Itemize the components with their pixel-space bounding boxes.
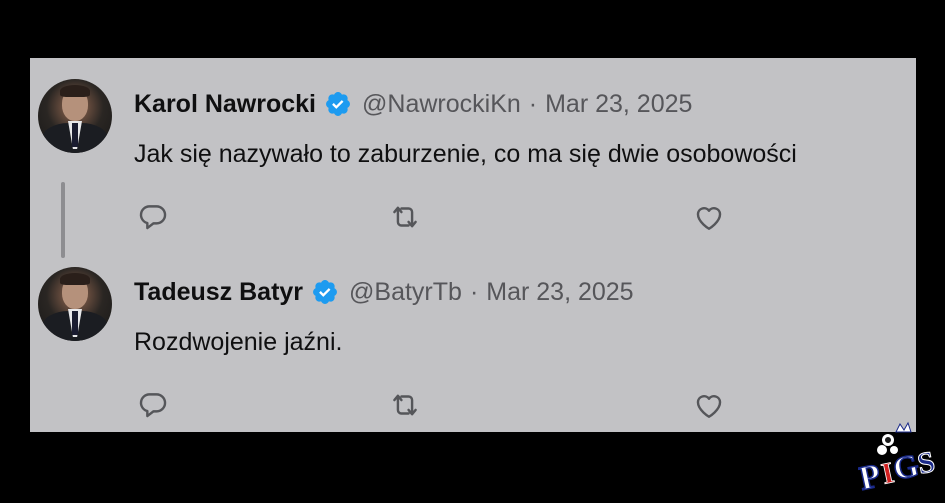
- heart-icon[interactable]: [692, 388, 726, 422]
- tweet-text: Rozdwojenie jaźni.: [134, 328, 343, 356]
- tweet-date[interactable]: Mar 23, 2025: [486, 278, 633, 307]
- tweet[interactable]: Tadeusz Batyr @BatyrTb · Mar 23, 2025 Ro…: [30, 246, 916, 432]
- tweet[interactable]: Karol Nawrocki @NawrockiKn · Mar 23, 202…: [30, 58, 916, 258]
- meta-separator: ·: [469, 277, 479, 306]
- author-avatar[interactable]: [38, 267, 112, 341]
- retweet-icon[interactable]: [388, 388, 422, 422]
- avatar-hair: [60, 85, 90, 97]
- author-handle[interactable]: @NawrockiKn: [362, 90, 521, 119]
- tweet-thread-card: Karol Nawrocki @NawrockiKn · Mar 23, 202…: [30, 58, 916, 432]
- tweet-actions: [134, 388, 734, 424]
- reply-icon[interactable]: [136, 388, 170, 422]
- meta-separator: ·: [528, 89, 538, 118]
- avatar-tie: [72, 123, 78, 147]
- tweet-actions: [134, 200, 734, 236]
- retweet-icon[interactable]: [388, 200, 422, 234]
- avatar-hair: [60, 273, 90, 285]
- author-name[interactable]: Karol Nawrocki: [134, 90, 316, 119]
- verified-badge-icon: [326, 92, 350, 116]
- tweet-header: Karol Nawrocki @NawrockiKn · Mar 23, 202…: [134, 86, 692, 122]
- avatar-tie: [72, 311, 78, 335]
- tweet-text: Jak się nazywało to zaburzenie, co ma si…: [134, 140, 797, 168]
- video-frame: Karol Nawrocki @NawrockiKn · Mar 23, 202…: [0, 0, 945, 503]
- heart-icon[interactable]: [692, 200, 726, 234]
- verified-badge-icon: [313, 280, 337, 304]
- tweet-date[interactable]: Mar 23, 2025: [545, 90, 692, 119]
- author-avatar[interactable]: [38, 79, 112, 153]
- reply-icon[interactable]: [136, 200, 170, 234]
- pigs-watermark-logo: P I G S: [858, 421, 938, 499]
- author-name[interactable]: Tadeusz Batyr: [134, 278, 303, 307]
- tweet-header: Tadeusz Batyr @BatyrTb · Mar 23, 2025: [134, 274, 634, 310]
- author-handle[interactable]: @BatyrTb: [349, 278, 462, 307]
